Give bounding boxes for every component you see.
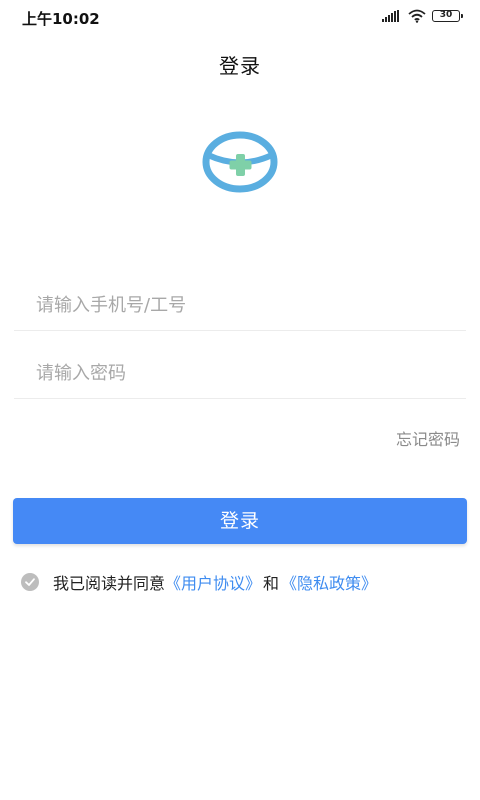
check-circle-icon xyxy=(25,578,35,586)
agreement-row: 我已阅读并同意 《用户协议》 和 《隐私政策》 xyxy=(21,570,377,594)
agreement-prefix: 我已阅读并同意 xyxy=(53,574,166,593)
forgot-password-link[interactable]: 忘记密码 xyxy=(396,426,460,450)
privacy-policy-link[interactable]: 《隐私政策》 xyxy=(281,570,377,594)
login-button[interactable]: 登录 xyxy=(13,498,467,544)
phone-input-row xyxy=(14,280,466,331)
phone-input[interactable] xyxy=(14,280,466,330)
app-logo-icon xyxy=(202,131,278,193)
page-title: 登录 xyxy=(219,54,261,78)
status-icons: 30 xyxy=(382,9,463,23)
agreement-checkbox[interactable] xyxy=(21,573,39,591)
wifi-icon xyxy=(408,9,426,23)
signal-icon xyxy=(382,10,399,22)
password-input-row xyxy=(14,348,466,399)
user-agreement-link[interactable]: 《用户协议》 xyxy=(165,570,261,594)
battery-icon: 30 xyxy=(432,10,463,22)
status-bar: 上午10:02 30 xyxy=(0,0,480,32)
password-input[interactable] xyxy=(14,348,466,398)
status-time: 上午10:02 xyxy=(22,10,100,28)
agreement-and: 和 xyxy=(263,574,280,593)
